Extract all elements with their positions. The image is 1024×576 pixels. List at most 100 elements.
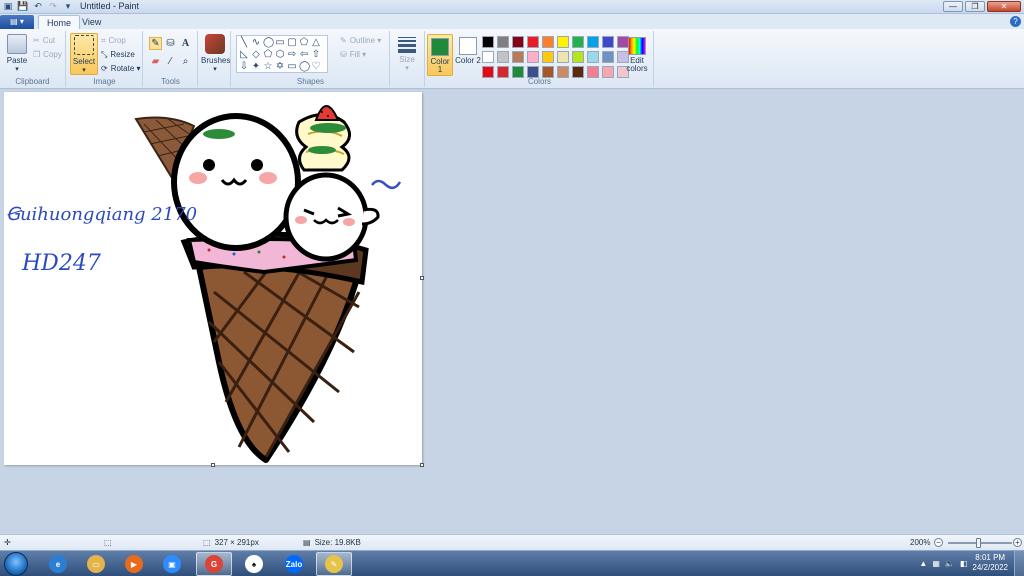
- rectangle-shape-icon[interactable]: ▭: [275, 38, 285, 48]
- start-button[interactable]: [4, 552, 28, 576]
- crop-button[interactable]: ⌗ Crop: [101, 35, 126, 47]
- tab-view[interactable]: View: [74, 15, 109, 29]
- palette-swatch[interactable]: [587, 51, 599, 63]
- clock[interactable]: 8:01 PM 24/2/2022: [972, 553, 1008, 573]
- palette-swatch[interactable]: [542, 36, 554, 48]
- paste-button[interactable]: Paste ▾: [3, 33, 31, 75]
- taskbar-media-button[interactable]: ▶: [116, 552, 152, 576]
- app-menu-icon[interactable]: ▣: [2, 1, 14, 12]
- palette-swatch[interactable]: [512, 36, 524, 48]
- taskbar-paint-button[interactable]: ✎: [316, 552, 352, 576]
- palette-swatch[interactable]: [542, 51, 554, 63]
- palette-swatch[interactable]: [482, 51, 494, 63]
- taskbar-zoom-button[interactable]: ▣: [154, 552, 190, 576]
- pentagon-shape-icon[interactable]: ⬠: [263, 50, 273, 60]
- rounded-rect-shape-icon[interactable]: ▢: [287, 38, 297, 48]
- resize-icon: ⤡: [101, 50, 108, 59]
- palette-swatch[interactable]: [512, 51, 524, 63]
- resize-handle-right[interactable]: [420, 276, 424, 280]
- edit-colors-button[interactable]: Edit colors: [624, 34, 650, 76]
- tray-expand-icon[interactable]: ▲: [919, 559, 927, 568]
- down-arrow-shape-icon[interactable]: ⇩: [239, 62, 249, 72]
- fill-icon: ⛁: [340, 50, 347, 59]
- copy-button[interactable]: ❐ Copy: [33, 49, 62, 61]
- up-arrow-shape-icon[interactable]: ⇧: [311, 50, 321, 60]
- taskbar-explorer-button[interactable]: ▭: [78, 552, 114, 576]
- six-point-star-icon[interactable]: ✡: [275, 62, 285, 72]
- magnifier-icon[interactable]: ⌕: [179, 55, 192, 68]
- callout-oval-icon[interactable]: ◯: [299, 62, 310, 72]
- palette-swatch[interactable]: [527, 51, 539, 63]
- diamond-shape-icon[interactable]: ◇: [251, 50, 261, 60]
- text-tool-icon[interactable]: A: [179, 37, 192, 50]
- palette-swatch[interactable]: [482, 36, 494, 48]
- taskbar-solitaire-button[interactable]: ♠: [236, 552, 272, 576]
- volume-icon[interactable]: 🔈: [945, 559, 955, 568]
- language-icon[interactable]: ◧: [960, 559, 968, 568]
- palette-swatch[interactable]: [557, 51, 569, 63]
- resize-handle-corner[interactable]: [420, 463, 424, 467]
- color1-button[interactable]: Color 1: [427, 34, 453, 76]
- polygon-shape-icon[interactable]: ⬠: [299, 38, 309, 48]
- title-bar: ▣ 💾 ↶ ↷ ▾ Untitled - Paint — ❐ ✕: [0, 0, 1024, 14]
- palette-swatch[interactable]: [497, 51, 509, 63]
- rotate-button[interactable]: ⟳ Rotate ▾: [101, 63, 141, 75]
- network-icon[interactable]: ▦: [932, 559, 940, 568]
- palette-swatch[interactable]: [572, 36, 584, 48]
- size-button[interactable]: Size ▾: [396, 35, 418, 75]
- color2-button[interactable]: Color 2: [455, 34, 481, 76]
- curve-shape-icon[interactable]: ∿: [251, 38, 261, 48]
- maximize-button[interactable]: ❐: [965, 1, 985, 12]
- drawing-canvas[interactable]: Ꞡuihuongqiang 2170 HD247: [4, 92, 422, 465]
- taskbar-ie-button[interactable]: e: [40, 552, 76, 576]
- help-icon[interactable]: ?: [1010, 16, 1021, 27]
- color2-swatch: [459, 37, 477, 55]
- redo-icon[interactable]: ↷: [47, 1, 59, 12]
- palette-swatch[interactable]: [587, 36, 599, 48]
- palette-swatch[interactable]: [602, 51, 614, 63]
- five-point-star-icon[interactable]: ☆: [263, 62, 273, 72]
- window-title: Untitled - Paint: [80, 1, 140, 11]
- fill-button[interactable]: ⛁ Fill ▾: [340, 49, 366, 61]
- zoom-slider-thumb[interactable]: [976, 538, 981, 548]
- four-point-star-icon[interactable]: ✦: [251, 62, 261, 72]
- taskbar-chrome-button[interactable]: G: [196, 552, 232, 576]
- save-icon[interactable]: 💾: [17, 1, 29, 12]
- right-arrow-shape-icon[interactable]: ⇨: [287, 50, 297, 60]
- palette-swatch[interactable]: [557, 36, 569, 48]
- eraser-icon[interactable]: ▰: [149, 55, 162, 68]
- zalo-icon: Zalo: [285, 555, 303, 573]
- palette-swatch[interactable]: [497, 36, 509, 48]
- outline-icon: ✎: [340, 36, 347, 45]
- left-arrow-shape-icon[interactable]: ⇦: [299, 50, 309, 60]
- resize-handle-bottom[interactable]: [211, 463, 215, 467]
- brushes-button[interactable]: Brushes ▾: [201, 33, 230, 75]
- triangle-shape-icon[interactable]: △: [311, 38, 321, 48]
- file-menu-button[interactable]: ▤ ▾: [0, 15, 34, 29]
- customize-qat-icon[interactable]: ▾: [62, 1, 74, 12]
- resize-button[interactable]: ⤡ Resize: [101, 49, 135, 61]
- close-button[interactable]: ✕: [987, 1, 1021, 12]
- oval-shape-icon[interactable]: ◯: [263, 38, 274, 48]
- heart-shape-icon[interactable]: ♡: [311, 62, 321, 72]
- palette-swatch[interactable]: [602, 36, 614, 48]
- chrome-icon: G: [205, 555, 223, 573]
- zoom-out-button[interactable]: −: [934, 538, 943, 547]
- callout-rect-icon[interactable]: ▭: [287, 62, 297, 72]
- palette-swatch[interactable]: [572, 51, 584, 63]
- fill-bucket-icon[interactable]: ⛁: [164, 37, 177, 50]
- color-picker-icon[interactable]: ⁄: [164, 55, 177, 68]
- outline-button[interactable]: ✎ Outline ▾: [340, 35, 381, 47]
- undo-icon[interactable]: ↶: [32, 1, 44, 12]
- select-button[interactable]: Select ▾: [70, 33, 98, 75]
- right-triangle-shape-icon[interactable]: ◺: [239, 50, 249, 60]
- zoom-in-button[interactable]: +: [1013, 538, 1022, 547]
- cut-button[interactable]: ✂ Cut: [33, 35, 55, 47]
- palette-swatch[interactable]: [527, 36, 539, 48]
- show-desktop-button[interactable]: [1014, 551, 1024, 576]
- hexagon-shape-icon[interactable]: ⬡: [275, 50, 285, 60]
- line-shape-icon[interactable]: ╲: [239, 38, 249, 48]
- taskbar-zalo-button[interactable]: Zalo: [276, 552, 312, 576]
- minimize-button[interactable]: —: [943, 1, 963, 12]
- pencil-icon[interactable]: ✎: [149, 37, 162, 50]
